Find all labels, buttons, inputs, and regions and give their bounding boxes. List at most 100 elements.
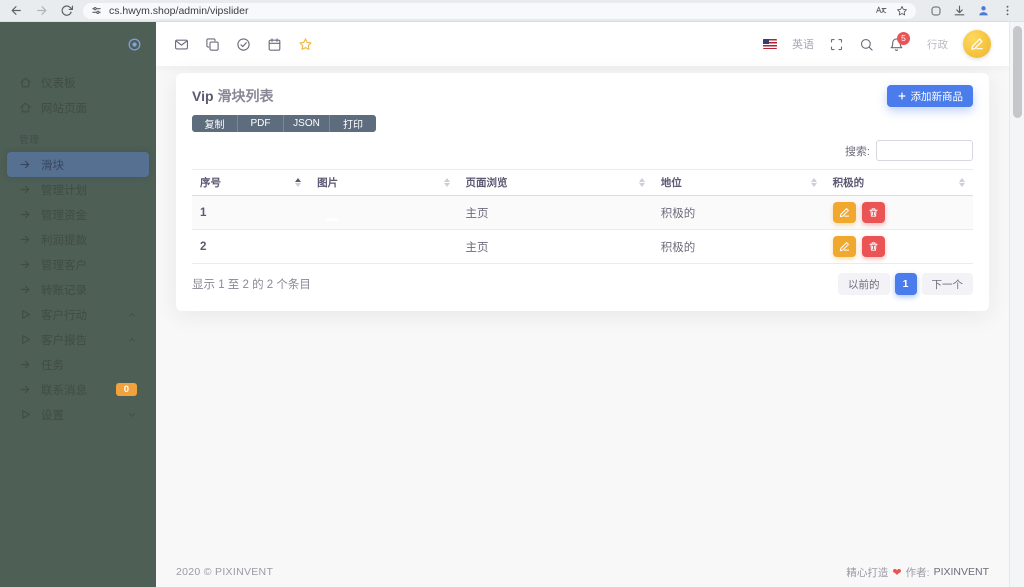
sidebar-item-label: 网站页面 xyxy=(41,102,87,115)
sidebar-item-site-pages[interactable]: 网站页面 xyxy=(7,95,149,120)
arrow-right-icon xyxy=(20,235,30,244)
sort-icon xyxy=(805,178,817,187)
browser-toolbar: cs.hwym.shop/admin/vipslider xyxy=(0,0,1024,22)
copy-button[interactable]: 复制 xyxy=(192,115,238,132)
author-name: PIXINVENT xyxy=(933,566,989,578)
header-image[interactable]: 图片 xyxy=(309,169,458,196)
sidebar-item-label: 任务 xyxy=(41,359,64,372)
sort-icon xyxy=(438,178,450,187)
sidebar-item-slider[interactable]: 滑块 xyxy=(7,152,149,177)
json-button[interactable]: JSON xyxy=(284,115,330,132)
sidebar-item-label: 客户报告 xyxy=(41,334,87,347)
edit-button[interactable] xyxy=(832,236,856,257)
browser-reload-icon[interactable] xyxy=(60,4,73,17)
search-icon[interactable] xyxy=(859,37,874,52)
chat-icon[interactable] xyxy=(205,37,220,52)
translate-icon[interactable] xyxy=(875,5,887,17)
chevron-up-icon xyxy=(129,337,135,342)
sidebar-item-transfer-log[interactable]: 转账记录 xyxy=(7,277,149,302)
author-label: 作者: xyxy=(905,566,930,579)
sidebar: 仪表板 网站页面 管理 滑块 管理计划 管理资金 利润提款 管理客户 转账记录 … xyxy=(0,22,156,587)
export-button-group: 复制 PDF JSON 打印 xyxy=(192,115,376,132)
chevron-down-icon xyxy=(129,412,135,417)
header-status[interactable]: 地位 xyxy=(652,169,825,196)
add-new-item-button[interactable]: 添加新商品 xyxy=(886,85,973,107)
browser-back-icon[interactable] xyxy=(10,4,23,17)
pencil-avatar-icon xyxy=(971,38,983,50)
arrow-right-icon xyxy=(20,385,30,394)
sidebar-item-label: 滑块 xyxy=(41,159,64,172)
sidebar-menu: 仪表板 网站页面 管理 滑块 管理计划 管理资金 利润提款 管理客户 转账记录 … xyxy=(0,66,156,427)
pagination-next-button[interactable]: 下一个 xyxy=(921,273,973,295)
sidebar-item-manage-customers[interactable]: 管理客户 xyxy=(7,252,149,277)
sidebar-item-customer-actions[interactable]: 客户行动 xyxy=(7,302,149,327)
heart-icon: ❤ xyxy=(892,566,902,579)
play-triangle-icon xyxy=(22,335,30,344)
browser-menu-icon[interactable] xyxy=(1001,4,1014,17)
profile-icon[interactable] xyxy=(977,4,990,17)
menu-pin-toggle-icon[interactable] xyxy=(127,37,142,52)
pagination: 以前的 1 下一个 xyxy=(838,273,973,295)
footer: 2020 © PIXINVENT 精心打造 ❤ 作者: PIXINVENT xyxy=(156,557,1009,587)
pagination-previous-button[interactable]: 以前的 xyxy=(838,273,890,295)
sidebar-item-settings[interactable]: 设置 xyxy=(7,402,149,427)
header-active[interactable]: 积极的 xyxy=(824,169,973,196)
cell-serial: 2 xyxy=(192,229,310,264)
user-avatar[interactable] xyxy=(963,30,991,58)
message-count-badge: 0 xyxy=(115,383,137,396)
delete-button[interactable] xyxy=(861,236,885,257)
extensions-icon[interactable] xyxy=(930,5,942,17)
language-label[interactable]: 英语 xyxy=(792,36,814,52)
fullscreen-icon[interactable] xyxy=(829,37,844,52)
sidebar-item-label: 设置 xyxy=(41,409,64,422)
address-bar[interactable]: cs.hwym.shop/admin/vipslider xyxy=(83,2,916,19)
browser-forward-icon[interactable] xyxy=(35,4,48,17)
top-navbar: 英语 5 行政 xyxy=(156,22,1009,66)
page-title: Vip 滑块列表 xyxy=(192,88,274,104)
arrow-right-icon xyxy=(20,260,30,269)
sidebar-item-dashboard[interactable]: 仪表板 xyxy=(7,70,149,95)
scrollbar-thumb[interactable] xyxy=(1013,26,1022,118)
sidebar-item-label: 仪表板 xyxy=(41,77,76,90)
cell-status: 积极的 xyxy=(652,195,825,230)
site-settings-icon[interactable] xyxy=(91,5,102,16)
pagination-page-1-button[interactable]: 1 xyxy=(894,273,917,295)
chevron-up-icon xyxy=(129,312,135,317)
sidebar-item-contact-messages[interactable]: 联系消息 0 xyxy=(7,377,149,402)
sidebar-item-label: 转账记录 xyxy=(41,284,87,297)
cell-page-view: 主页 xyxy=(457,229,653,264)
table-row: 1 主页 积极的 xyxy=(192,195,973,230)
url-text[interactable]: cs.hwym.shop/admin/vipslider xyxy=(109,5,868,17)
downloads-icon[interactable] xyxy=(953,4,966,17)
sidebar-item-tasks[interactable]: 任务 xyxy=(7,352,149,377)
table-info-text: 显示 1 至 2 的 2 个条目 xyxy=(192,279,311,291)
notifications[interactable]: 5 xyxy=(889,31,910,52)
us-flag-icon[interactable] xyxy=(763,39,777,49)
print-button[interactable]: 打印 xyxy=(330,115,376,132)
header-page-view[interactable]: 页面浏览 xyxy=(457,169,653,196)
bookmark-star-icon[interactable] xyxy=(896,5,908,17)
delete-button[interactable] xyxy=(861,202,885,223)
table-search-input[interactable] xyxy=(876,140,973,161)
header-serial[interactable]: 序号 xyxy=(192,169,310,196)
calendar-icon[interactable] xyxy=(267,37,282,52)
sidebar-section-label: 管理 xyxy=(19,135,41,146)
sidebar-item-customer-reports[interactable]: 客户报告 xyxy=(7,327,149,352)
sort-icon xyxy=(953,178,965,187)
email-icon[interactable] xyxy=(174,37,189,52)
favorites-star-icon[interactable] xyxy=(298,37,313,52)
todo-check-icon[interactable] xyxy=(236,37,251,52)
sidebar-item-label: 管理计划 xyxy=(41,184,87,197)
sidebar-item-profit-withdraw[interactable]: 利润提款 xyxy=(7,227,149,252)
made-with-text: 精心打造 xyxy=(846,566,889,579)
pdf-button[interactable]: PDF xyxy=(238,115,284,132)
arrow-right-icon xyxy=(20,285,30,294)
edit-button[interactable] xyxy=(832,202,856,223)
pencil-icon xyxy=(839,208,849,218)
sort-icon xyxy=(633,178,645,187)
sidebar-item-manage-funds[interactable]: 管理资金 xyxy=(7,202,149,227)
page-scrollbar[interactable] xyxy=(1009,22,1024,587)
home-icon xyxy=(20,102,31,113)
sidebar-item-manage-plans[interactable]: 管理计划 xyxy=(7,177,149,202)
home-icon xyxy=(20,77,31,88)
